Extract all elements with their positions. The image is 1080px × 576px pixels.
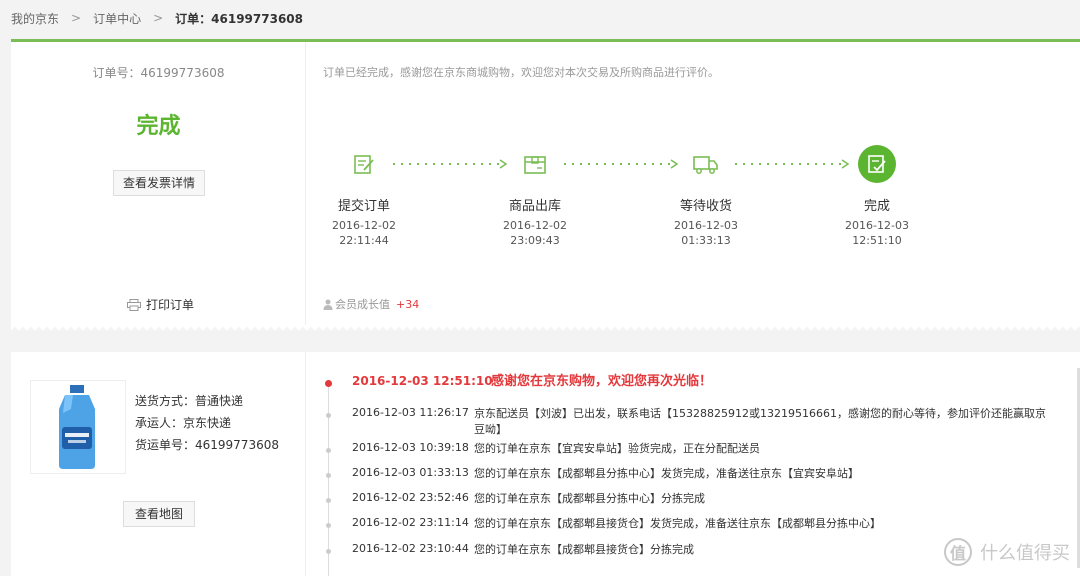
watermark-logo-icon: 值 [944,538,972,566]
bleach-bottle-image [59,385,95,469]
progress-step-completed: 完成 2016-12-03 12:51:10 [817,145,937,248]
print-order-button[interactable]: 打印订单 [127,296,194,313]
step-time: 23:09:43 [510,234,560,247]
package-out-icon [516,145,554,183]
user-icon [323,299,333,310]
timeline-time: 2016-12-02 23:52:46 [352,491,469,504]
member-growth-label: 会员成长值 [335,298,390,311]
breadcrumb-home-link[interactable]: 我的京东 [11,10,59,27]
timeline-line [328,382,329,576]
submit-order-icon [345,145,383,183]
shipping-method: 送货方式：普通快递 [135,394,244,408]
step-time: 12:51:10 [852,234,902,247]
timeline-dot [326,448,331,453]
panel-edge-decoration [11,325,1080,333]
timeline-text: 您的订单在京东【成都郫县分拣中心】分拣完成 [474,492,705,505]
timeline-dot [326,413,331,418]
step-date: 2016-12-02 [503,219,567,232]
step-label: 商品出库 [508,199,561,214]
order-number: 订单号：46199773608 [92,66,225,80]
completed-icon [858,145,896,183]
shipping-carrier: 承运人：京东快递 [135,416,232,430]
timeline-text: 您的订单在京东【成都郫县分拣中心】发货完成，准备送往京东【宜宾安阜站】 [474,467,859,480]
member-growth-value: +34 [396,297,420,311]
order-status-panel: 订单号：46199773608 完成 查看发票详情 打印订单 订单已经完成，感谢… [11,39,1080,325]
timeline-dot [326,498,331,503]
tracking-number: 货运单号：46199773608 [135,438,279,452]
view-map-button[interactable]: 查看地图 [123,501,195,527]
timeline-time: 2016-12-03 10:39:18 [352,441,469,454]
step-label: 完成 [863,199,890,214]
timeline-time: 2016-12-02 23:11:14 [352,516,469,529]
breadcrumb-orders-link[interactable]: 订单中心 [93,10,141,27]
timeline-text: 京东配送员【刘波】已出发，联系电话【15328825912或1321951666… [474,407,1046,436]
step-date: 2016-12-02 [332,219,396,232]
shipping-panel: 送货方式：普通快递 承运人：京东快递 货运单号：46199773608 查看地图… [11,352,1080,576]
step-time: 01:33:13 [681,234,731,247]
step-label: 等待收货 [679,199,732,214]
timeline-dot [326,523,331,528]
timeline-text: 您的订单在京东【宜宾安阜站】验货完成，正在分配配送员 [474,442,760,455]
timeline-dot [326,549,331,554]
site-watermark: 值 什么值得买 [944,538,1070,566]
view-invoice-button[interactable]: 查看发票详情 [113,170,205,196]
step-date: 2016-12-03 [674,219,738,232]
step-label: 提交订单 [337,199,390,214]
shipping-summary: 送货方式：普通快递 承运人：京东快递 货运单号：46199773608 查看地图 [11,352,306,576]
timeline-dot [326,473,331,478]
timeline-time: 2016-12-03 12:51:10 [352,374,493,388]
order-status: 完成 [136,114,181,139]
timeline-dot [325,380,332,387]
order-complete-message: 订单已经完成，感谢您在京东商城购物，欢迎您对本次交易及所购商品进行评价。 [323,66,719,79]
timeline-time: 2016-12-03 01:33:13 [352,466,469,479]
printer-icon [127,298,141,311]
product-image[interactable] [30,380,126,474]
step-date: 2016-12-03 [845,219,909,232]
watermark-text: 什么值得买 [980,543,1070,564]
delivery-truck-icon [687,145,725,183]
timeline-time: 2016-12-03 11:26:17 [352,406,469,419]
step-time: 22:11:44 [339,234,389,247]
print-order-label: 打印订单 [146,298,195,312]
breadcrumb-current: 订单：46199773608 [175,11,304,26]
order-summary: 订单号：46199773608 完成 查看发票详情 打印订单 [11,42,306,325]
breadcrumb-separator: > [71,11,82,25]
timeline-text: 您的订单在京东【成都郫县接货仓】发货完成，准备送往京东【成都郫县分拣中心】 [474,517,881,530]
timeline-time: 2016-12-02 23:10:44 [352,542,469,555]
order-progress: 订单已经完成，感谢您在京东商城购物，欢迎您对本次交易及所购商品进行评价。 提交订… [307,42,1080,325]
timeline-text: 感谢您在京东购物，欢迎您再次光临！ [491,374,713,389]
breadcrumb: 我的京东 > 订单中心 > 订单：46199773608 [0,0,1080,36]
member-growth: 会员成长值 +34 [323,296,419,312]
shipping-info: 送货方式：普通快递 承运人：京东快递 货运单号：46199773608 [135,390,279,456]
breadcrumb-separator: > [153,11,164,25]
